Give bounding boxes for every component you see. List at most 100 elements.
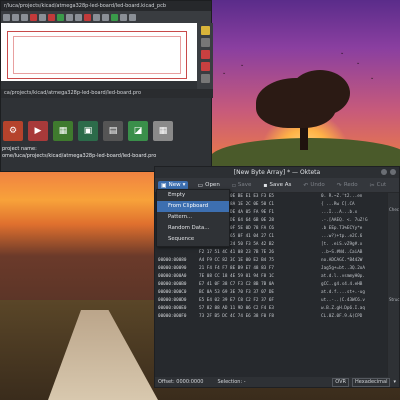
app-launcher-row: ⚙ ▶ ▦ ▣ ▤ ◪ ▦ xyxy=(1,119,213,143)
row-offset: 00000:000C0 xyxy=(158,290,187,295)
hex-row[interactable]: 00000:00080 A4 F9 CC 82 3C 1E 00 E2 B4 75… xyxy=(155,257,389,265)
toolbar-icon[interactable] xyxy=(30,13,37,21)
undo-icon: ↶ xyxy=(303,181,309,189)
row-offset: 00000:000E0 xyxy=(158,306,187,311)
row-bytes[interactable]: 21 F4 F4 F7 8E B9 E7 48 83 F7 xyxy=(199,265,317,273)
row-bytes[interactable]: E5 E4 02 39 E7 C8 C2 F2 37 6F xyxy=(199,297,317,305)
row-chars[interactable]: ...w?)+tp..e2C.6 xyxy=(317,233,387,241)
kicad-toolbar xyxy=(1,11,211,23)
footprint-tool-icon[interactable] xyxy=(200,62,210,71)
save-as-button[interactable]: ▪ Save As xyxy=(260,181,294,190)
row-chars[interactable]: CL.0Z.0F.9.&(CPD xyxy=(317,313,387,321)
structures-tab-label[interactable]: Struc xyxy=(389,297,400,302)
hex-row[interactable]: F2 17 51 4C 41 08 23 7B 7E 26 ..b~S.#N4..… xyxy=(155,249,389,257)
menu-item[interactable]: Pattern... xyxy=(157,212,229,223)
route-tool-icon[interactable] xyxy=(200,50,210,59)
menu-item[interactable]: From Clipboard xyxy=(157,201,229,212)
calculator-icon[interactable]: ▦ xyxy=(153,121,173,141)
toolbar-icon[interactable] xyxy=(21,13,28,21)
toolbar-icon[interactable] xyxy=(66,13,73,21)
row-offset: 00000:000D0 xyxy=(158,298,187,303)
maximize-icon[interactable] xyxy=(390,169,396,175)
row-chars[interactable]: at.d.l..vsmmyH0p. xyxy=(317,273,387,281)
toolbar-icon[interactable] xyxy=(93,13,100,21)
footprint-editor-icon[interactable]: ▣ xyxy=(78,121,98,141)
toolbar-icon[interactable] xyxy=(120,13,127,21)
row-chars[interactable]: .b EEp.T3%ECYy*e xyxy=(317,225,387,233)
hex-row[interactable]: 00000:000F0 73 2F B5 DC 4C 74 E6 38 F0 F8… xyxy=(155,313,389,321)
save-button[interactable]: ▫ Save xyxy=(229,181,255,190)
row-chars[interactable]: gCC..g4.s4.4.eHB xyxy=(317,281,387,289)
cut-button[interactable]: ✂ Cut xyxy=(367,181,390,190)
toolbar-icon[interactable] xyxy=(12,13,19,21)
toolbar-icon[interactable] xyxy=(3,13,10,21)
row-bytes[interactable]: 57 82 88 AD 11 9D 06 C2 F4 E3 xyxy=(199,305,317,313)
pcb-editor-icon[interactable]: ▦ xyxy=(53,121,73,141)
zone-tool-icon[interactable] xyxy=(200,74,210,83)
highlight-tool-icon[interactable] xyxy=(200,38,210,47)
row-bytes[interactable]: 73 2F B5 DC 4C 74 E6 38 F0 F8 xyxy=(199,313,317,321)
row-bytes[interactable]: 7E 08 CC 18 4E 59 01 94 F8 1C xyxy=(199,273,317,281)
pcb-canvas[interactable] xyxy=(1,23,197,81)
row-chars[interactable]: [t. .eiS.vZ9g#.x xyxy=(317,241,387,249)
row-bytes[interactable]: BC 0A 53 69 3E 70 F3 37 07 DE xyxy=(199,289,317,297)
redo-icon: ↷ xyxy=(336,181,342,189)
hex-row[interactable]: 00000:000B0 E7 41 0F 38 C7 F3 C2 8B 7B 0A… xyxy=(155,281,389,289)
row-offset: 00000:000B0 xyxy=(158,282,187,287)
row-chars[interactable]: no.ADCAGC.*B442W xyxy=(317,257,387,265)
hex-row[interactable]: 00000:000A0 7E 08 CC 18 4E 59 01 94 F8 1C… xyxy=(155,273,389,281)
hex-row[interactable]: 00000:00090 21 F4 F4 F7 8E B9 E7 48 83 F7… xyxy=(155,265,389,273)
toolbar-icon[interactable] xyxy=(129,13,136,21)
save-as-label: Save As xyxy=(269,182,292,188)
wallpaper-bird: ⌄ xyxy=(370,75,375,81)
row-offset: 00000:000A0 xyxy=(158,274,187,279)
save-icon: ▫ xyxy=(231,181,236,189)
row-chars[interactable]: { ...Rw C[.CA xyxy=(317,201,387,209)
row-offset: 00000:00090 xyxy=(158,266,187,271)
row-chars[interactable]: Jag5g+=bt..3Q.2oA xyxy=(317,265,387,273)
wallpaper-bird: ⌄ xyxy=(356,60,361,66)
checksum-tab-label[interactable]: Chec xyxy=(389,207,399,212)
chevron-down-icon: ▾ xyxy=(393,379,396,385)
menu-item[interactable]: Random Data... xyxy=(157,223,229,234)
row-chars[interactable]: w.B.Z.gH.Dp6.I.aq xyxy=(317,305,387,313)
select-tool-icon[interactable] xyxy=(200,26,210,35)
cut-label: Cut xyxy=(376,182,387,188)
row-chars[interactable]: at.d.f....st+.-ug xyxy=(317,289,387,297)
schematic-editor-icon[interactable]: ⚙ xyxy=(3,121,23,141)
hex-row[interactable]: 00000:000D0 E5 E4 02 39 E7 C8 C2 F2 37 6F… xyxy=(155,297,389,305)
row-bytes[interactable]: A4 F9 CC 82 3C 1E 00 E2 B4 75 xyxy=(199,257,317,265)
symbol-editor-icon[interactable]: ▶ xyxy=(28,121,48,141)
toolbar-icon[interactable] xyxy=(48,13,55,21)
right-toolbar xyxy=(197,23,213,93)
row-bytes[interactable]: E7 41 0F 38 C7 F3 C2 8B 7B 0A xyxy=(199,281,317,289)
new-document-icon: ▣ xyxy=(161,181,167,189)
toolbar-icon[interactable] xyxy=(57,13,64,21)
hex-row[interactable]: 00000:000E0 57 82 88 AD 11 9D 06 C2 F4 E3… xyxy=(155,305,389,313)
status-right: OVR Hexadecimal ▾ xyxy=(332,377,399,387)
redo-button[interactable]: ↷ Redo xyxy=(334,181,361,190)
menu-item[interactable]: Sequence xyxy=(157,234,229,245)
toolbar-icon[interactable] xyxy=(39,13,46,21)
hex-row[interactable]: 00000:000C0 BC 0A 53 69 3E 70 F3 37 07 DE… xyxy=(155,289,389,297)
new-label: New xyxy=(168,182,181,188)
toolbar-icon[interactable] xyxy=(84,13,91,21)
menu-item[interactable]: Empty xyxy=(157,190,229,201)
encoding-select[interactable]: Hexadecimal xyxy=(352,377,391,387)
undo-button[interactable]: ↶ Undo xyxy=(300,181,327,190)
toolbar-icon[interactable] xyxy=(111,13,118,21)
row-chars[interactable]: 0. R.~Z.'t2...en xyxy=(317,193,387,201)
row-chars[interactable]: .-.[AAEQ. <. 7uZ!G xyxy=(317,217,387,225)
minimize-icon[interactable] xyxy=(381,169,387,175)
row-offset xyxy=(155,249,199,257)
gerber-viewer-icon[interactable]: ▤ xyxy=(103,121,123,141)
toolbar-icon[interactable] xyxy=(75,13,82,21)
overwrite-mode-toggle[interactable]: OVR xyxy=(332,377,349,387)
toolbar-icon[interactable] xyxy=(102,13,109,21)
row-chars[interactable]: ut..-..(C.43WC6.v xyxy=(317,297,387,305)
row-chars[interactable]: ...I...A...b.x xyxy=(317,209,387,217)
row-bytes[interactable]: F2 17 51 4C 41 08 23 7B 7E 26 xyxy=(199,249,317,257)
row-chars[interactable]: ..b~S.#N4..CaiAB xyxy=(317,249,387,257)
image-converter-icon[interactable]: ◪ xyxy=(128,121,148,141)
board-outline xyxy=(13,36,181,74)
